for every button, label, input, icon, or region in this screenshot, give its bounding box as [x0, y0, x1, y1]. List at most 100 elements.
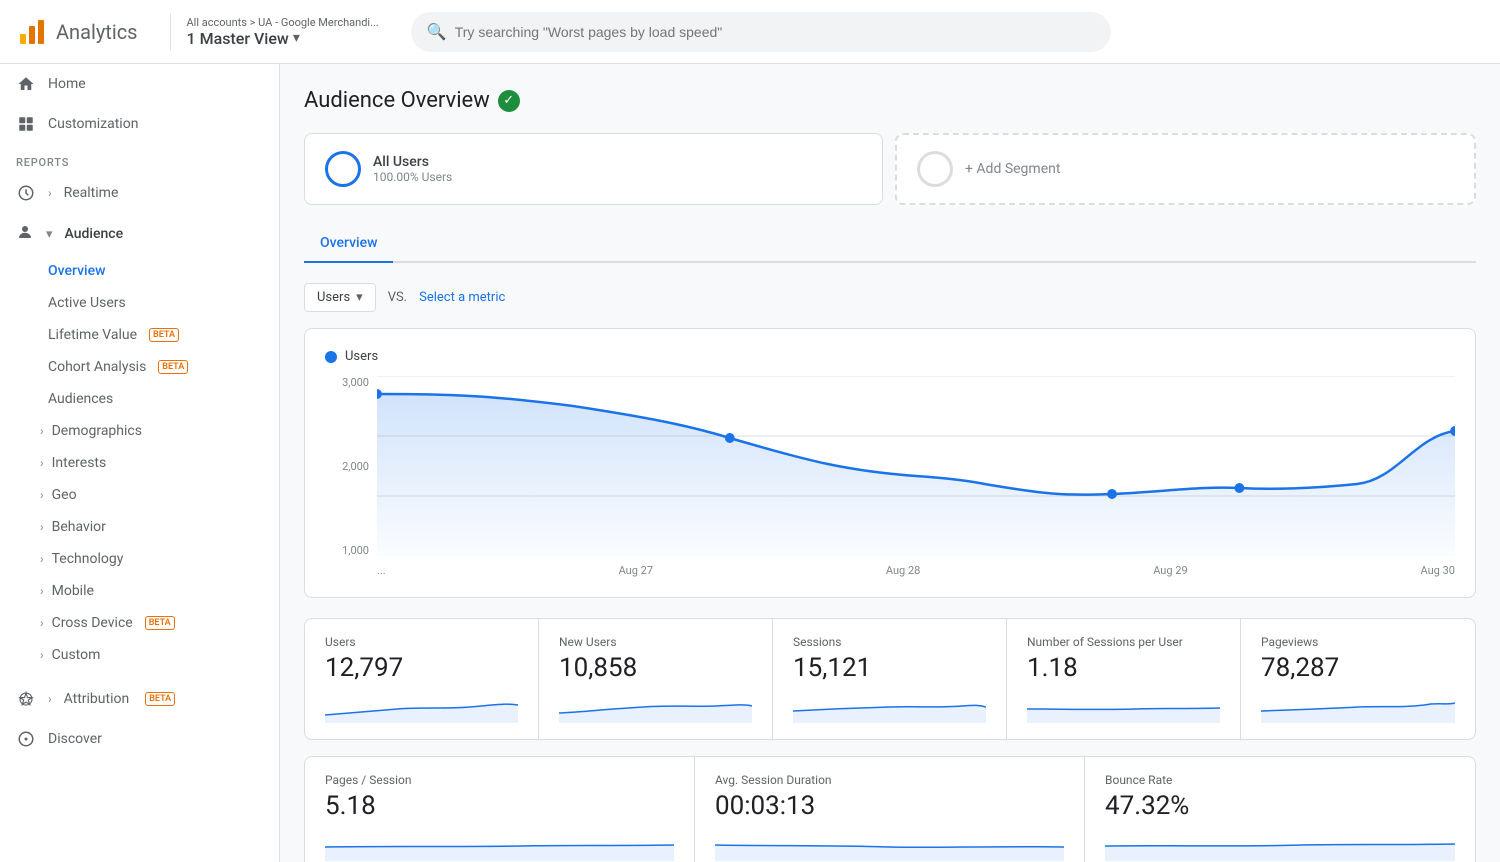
chart-y-axis: 3,000 2,000 1,000 — [325, 376, 369, 577]
sidebar-item-customization[interactable]: Customization — [0, 104, 279, 144]
sidebar-item-active-users[interactable]: Active Users — [0, 287, 279, 319]
stat-users-value: 12,797 — [325, 653, 518, 683]
sidebar-item-overview[interactable]: Overview — [0, 255, 279, 287]
sidebar-item-attribution[interactable]: › Attribution BETA — [0, 679, 279, 719]
technology-label: Technology — [52, 551, 124, 567]
sidebar-item-cohort-analysis[interactable]: Cohort Analysis BETA — [0, 351, 279, 383]
custom-label: Custom — [52, 647, 101, 663]
stats-grid-row1: Users 12,797 New Users 10,858 — [304, 618, 1476, 740]
cohort-analysis-beta-badge: BETA — [158, 360, 188, 374]
stat-sessions-mini-chart — [793, 691, 986, 723]
segments-row: All Users 100.00% Users + Add Segment — [304, 133, 1476, 205]
cohort-analysis-label: Cohort Analysis — [48, 359, 146, 375]
attribution-label: Attribution — [64, 691, 130, 707]
logo: Analytics — [16, 16, 138, 48]
metric-dropdown[interactable]: Users ▾ — [304, 283, 376, 312]
stat-card-new-users: New Users 10,858 — [539, 619, 773, 739]
verified-icon: ✓ — [498, 90, 520, 112]
verified-checkmark: ✓ — [503, 93, 514, 108]
stat-pages-session-mini-chart — [325, 829, 674, 861]
add-segment-card[interactable]: + Add Segment — [895, 133, 1476, 205]
overview-label: Overview — [48, 263, 105, 279]
search-bar[interactable]: 🔍 — [411, 12, 1111, 52]
select-metric-link[interactable]: Select a metric — [419, 290, 505, 305]
add-segment-label: + Add Segment — [965, 161, 1060, 177]
stat-card-pages-session: Pages / Session 5.18 — [305, 757, 695, 862]
stat-sessions-per-user-label: Number of Sessions per User — [1027, 635, 1220, 649]
realtime-expand-icon: › — [48, 186, 52, 200]
cross-device-label: Cross Device — [52, 615, 133, 631]
sidebar-item-technology[interactable]: › Technology — [0, 543, 279, 575]
stat-pageviews-value: 78,287 — [1261, 653, 1455, 683]
mobile-expand-icon: › — [40, 584, 44, 598]
y-label-2000: 2,000 — [325, 460, 369, 473]
body-layout: Home Customization REPORTS › Realtime ▾ … — [0, 64, 1500, 862]
x-label-start: ... — [377, 564, 386, 577]
lifetime-value-label: Lifetime Value — [48, 327, 137, 343]
x-label-aug27: Aug 27 — [619, 564, 653, 577]
search-icon: 🔍 — [427, 22, 447, 41]
sidebar-item-cross-device[interactable]: › Cross Device BETA — [0, 607, 279, 639]
account-selector[interactable]: All accounts > UA - Google Merchandi... … — [187, 16, 379, 48]
sidebar-item-mobile[interactable]: › Mobile — [0, 575, 279, 607]
header-divider — [170, 14, 171, 50]
stat-bounce-rate-label: Bounce Rate — [1105, 773, 1455, 787]
home-icon — [16, 74, 36, 94]
attribution-beta-badge: BETA — [145, 692, 175, 706]
tabs-row: Overview — [304, 225, 1476, 263]
stat-new-users-value: 10,858 — [559, 653, 752, 683]
stat-bounce-rate-mini-chart — [1105, 829, 1455, 861]
header: Analytics All accounts > UA - Google Mer… — [0, 0, 1500, 64]
metric-dropdown-label: Users — [317, 290, 350, 305]
stat-new-users-mini-chart — [559, 691, 752, 723]
sidebar-item-audience[interactable]: ▾ Audience — [0, 213, 279, 255]
chart-svg — [377, 376, 1455, 556]
demographics-label: Demographics — [52, 423, 142, 439]
stat-new-users-label: New Users — [559, 635, 752, 649]
interests-label: Interests — [52, 455, 107, 471]
chart-container: Users 3,000 2,000 1,000 — [304, 328, 1476, 598]
technology-expand-icon: › — [40, 552, 44, 566]
stat-users-mini-chart — [325, 691, 518, 723]
tab-overview-label: Overview — [320, 235, 377, 251]
discover-icon — [16, 729, 36, 749]
sidebar-item-interests[interactable]: › Interests — [0, 447, 279, 479]
sidebar-item-audiences[interactable]: Audiences — [0, 383, 279, 415]
geo-label: Geo — [52, 487, 77, 503]
stat-card-pageviews: Pageviews 78,287 — [1241, 619, 1475, 739]
stat-sessions-per-user-value: 1.18 — [1027, 653, 1220, 683]
search-input[interactable] — [455, 24, 1095, 40]
app-title: Analytics — [56, 20, 138, 44]
stat-bounce-rate-value: 47.32% — [1105, 791, 1455, 821]
segment-all-users[interactable]: All Users 100.00% Users — [304, 133, 883, 205]
tab-overview[interactable]: Overview — [304, 225, 393, 263]
cross-device-expand-icon: › — [40, 616, 44, 630]
sidebar-item-custom[interactable]: › Custom — [0, 639, 279, 671]
stat-pages-session-value: 5.18 — [325, 791, 674, 821]
reports-section-label: REPORTS — [0, 144, 279, 173]
x-label-aug29: Aug 29 — [1153, 564, 1187, 577]
segment-name: All Users — [373, 154, 452, 170]
sidebar-item-discover[interactable]: Discover — [0, 719, 279, 759]
sidebar-item-home[interactable]: Home — [0, 64, 279, 104]
stat-session-duration-label: Avg. Session Duration — [715, 773, 1064, 787]
view-selector[interactable]: 1 Master View ▾ — [187, 29, 379, 48]
segment-info: All Users 100.00% Users — [373, 154, 452, 184]
interests-expand-icon: › — [40, 456, 44, 470]
behavior-label: Behavior — [52, 519, 106, 535]
stat-session-duration-mini-chart — [715, 829, 1064, 861]
sidebar-item-realtime[interactable]: › Realtime — [0, 173, 279, 213]
sidebar-item-demographics[interactable]: › Demographics — [0, 415, 279, 447]
vs-label: VS. — [388, 290, 407, 305]
legend-dot-icon — [325, 351, 337, 363]
page-title: Audience Overview — [304, 88, 490, 113]
audience-icon — [16, 223, 34, 245]
sidebar-item-lifetime-value[interactable]: Lifetime Value BETA — [0, 319, 279, 351]
behavior-expand-icon: › — [40, 520, 44, 534]
cross-device-beta-badge: BETA — [145, 616, 175, 630]
sidebar-item-behavior[interactable]: › Behavior — [0, 511, 279, 543]
chart-legend: Users — [325, 349, 1455, 364]
x-label-aug30: Aug 30 — [1421, 564, 1455, 577]
sidebar-item-geo[interactable]: › Geo — [0, 479, 279, 511]
sidebar-home-label: Home — [48, 76, 86, 92]
